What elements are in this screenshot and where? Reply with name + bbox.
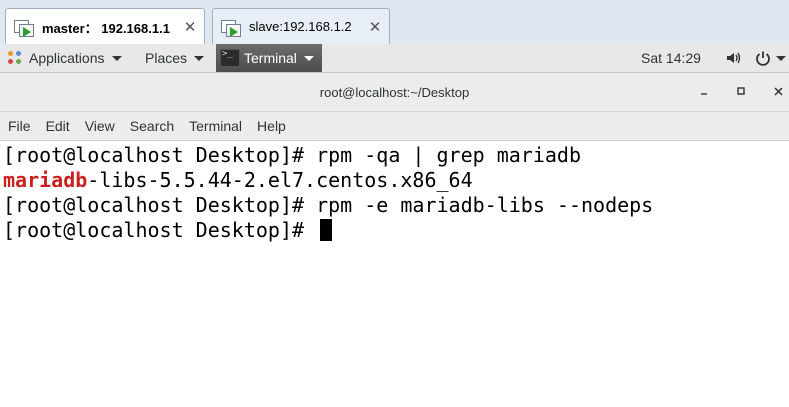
command: rpm -qa | grep mariadb	[316, 143, 581, 167]
terminal-icon	[220, 49, 240, 67]
menu-view[interactable]: View	[77, 118, 122, 134]
terminal-menubar: File Edit View Search Terminal Help	[0, 112, 789, 141]
terminal-app-label: Terminal	[244, 50, 297, 66]
window-titlebar[interactable]: root@localhost:~/Desktop	[0, 73, 789, 112]
chevron-down-icon	[111, 55, 122, 61]
clock-label: Sat 14:29	[641, 50, 701, 66]
menu-search[interactable]: Search	[122, 118, 181, 134]
minimize-button[interactable]	[696, 83, 712, 99]
menu-edit[interactable]: Edit	[38, 118, 77, 134]
vm-running-icon	[221, 18, 243, 37]
vm-tab-slave[interactable]: slave:192.168.1.2 ✕	[212, 8, 390, 44]
clock[interactable]: Sat 14:29	[641, 44, 701, 72]
grep-match: mariadb	[3, 168, 88, 192]
close-icon[interactable]: ✕	[367, 18, 383, 36]
vm-tab-master[interactable]: master： 192.168.1.1 ✕	[5, 8, 205, 45]
prompt: [root@localhost Desktop]#	[3, 143, 317, 167]
chevron-down-icon	[303, 55, 314, 61]
places-menu[interactable]: Places	[145, 44, 205, 72]
prompt: [root@localhost Desktop]#	[3, 193, 317, 217]
power-icon	[756, 51, 770, 66]
applications-icon	[8, 51, 22, 65]
gnome-top-bar: Applications Places Terminal Sat 14:29	[0, 44, 789, 73]
vm-tab-label: slave:192.168.1.2	[249, 19, 352, 34]
vm-running-icon	[14, 18, 36, 37]
applications-menu[interactable]: Applications	[8, 44, 122, 72]
command: rpm -e mariadb-libs --nodeps	[316, 193, 654, 217]
applications-label: Applications	[29, 50, 105, 66]
terminal-app-menu[interactable]: Terminal	[216, 44, 322, 72]
power-menu[interactable]	[755, 44, 786, 72]
menu-terminal[interactable]: Terminal	[181, 118, 249, 134]
maximize-button[interactable]	[733, 83, 749, 99]
prompt: [root@localhost Desktop]#	[3, 218, 317, 242]
menu-help[interactable]: Help	[249, 118, 293, 134]
terminal-line: [root@localhost Desktop]# rpm -e mariadb…	[3, 193, 653, 218]
terminal-line: [root@localhost Desktop]#	[3, 218, 333, 243]
output-text: -libs-5.5.44-2.el7.centos.x86_64	[87, 168, 473, 192]
menu-file[interactable]: File	[0, 118, 38, 134]
terminal-output[interactable]: [root@localhost Desktop]# rpm -qa | grep…	[0, 141, 789, 407]
vm-tab-label: master： 192.168.1.1	[42, 20, 170, 36]
terminal-line: [root@localhost Desktop]# rpm -qa | grep…	[3, 143, 581, 168]
text-cursor	[320, 219, 333, 241]
close-icon[interactable]: ✕	[182, 18, 198, 36]
window-title: root@localhost:~/Desktop	[319, 84, 470, 100]
chevron-down-icon	[776, 55, 786, 61]
close-window-button[interactable]	[770, 83, 786, 99]
vm-tab-strip: master： 192.168.1.1 ✕ slave:192.168.1.2 …	[0, 0, 789, 45]
terminal-line: mariadb-libs-5.5.44-2.el7.centos.x86_64	[3, 168, 473, 193]
places-label: Places	[145, 50, 188, 66]
chevron-down-icon	[194, 55, 205, 61]
volume-icon[interactable]	[726, 44, 742, 72]
